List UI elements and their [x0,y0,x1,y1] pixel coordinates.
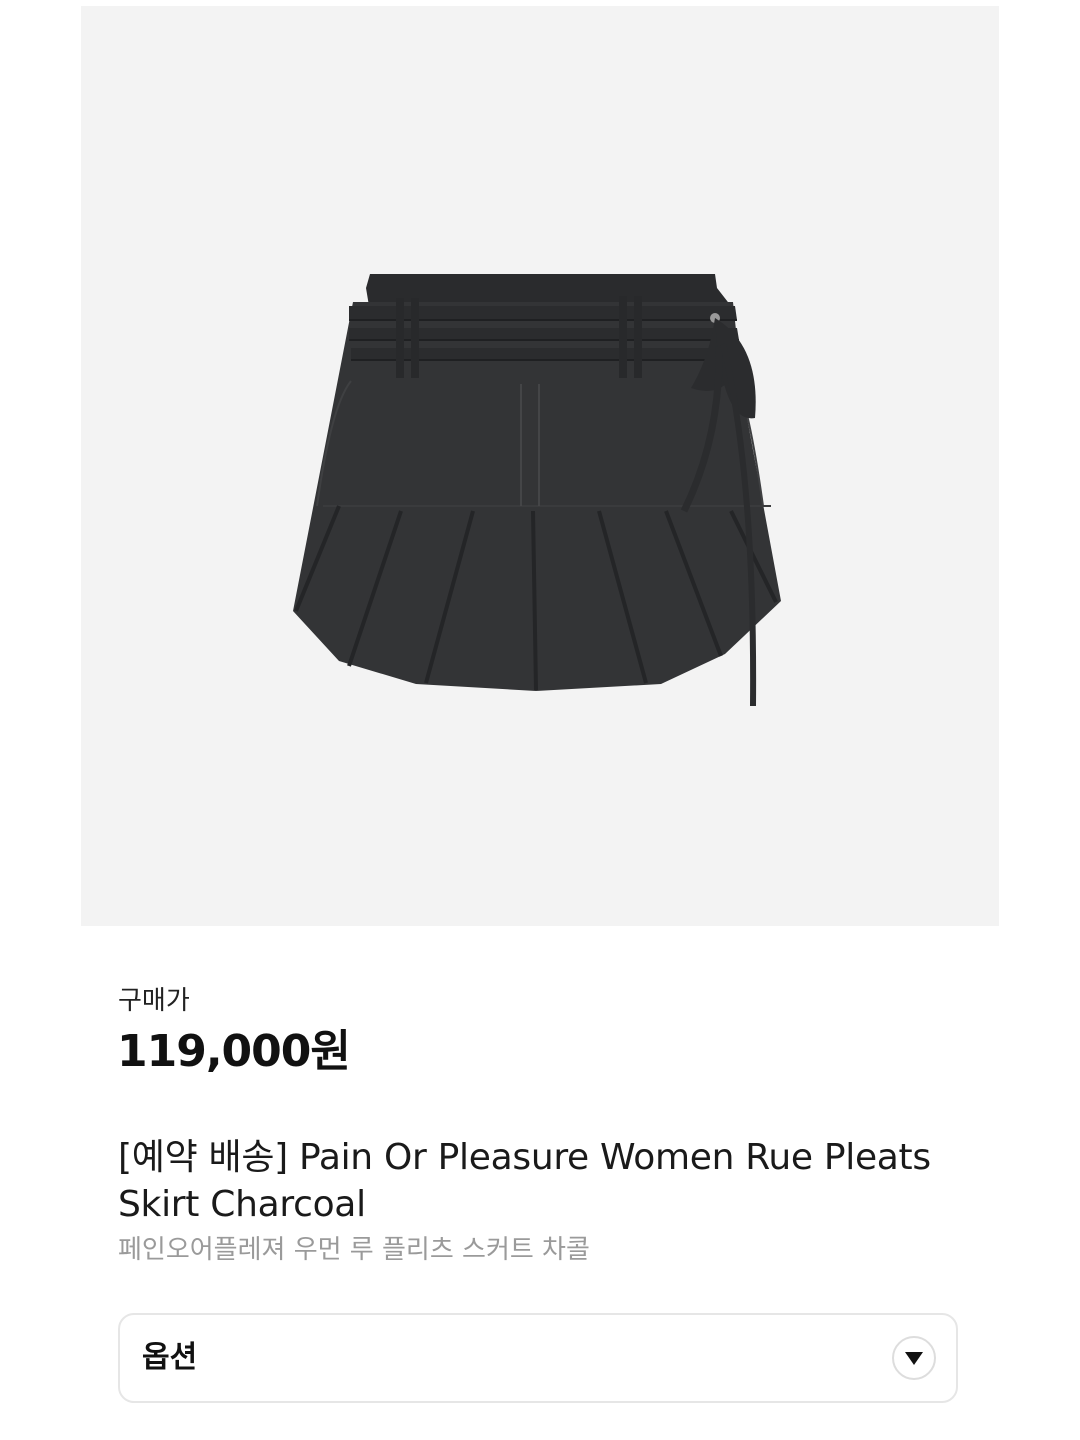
option-label: 옵션 [142,1340,198,1375]
product-image[interactable] [81,6,999,926]
option-select[interactable]: 옵션 [118,1313,958,1403]
triangle-down-icon [905,1352,923,1365]
skirt-illustration [293,274,781,707]
product-title: [예약 배송] Pain Or Pleasure Women Rue Pleat… [118,1137,931,1225]
skirt-waistband [366,274,731,306]
price-label: 구매가 [118,986,190,1016]
skirt-belt [349,306,737,320]
price-value: 119,000원 [117,1026,351,1077]
chevron-down-icon[interactable] [892,1336,936,1380]
product-subtitle: 페인오어플레져 우먼 루 플리츠 스커트 차콜 [118,1235,590,1265]
